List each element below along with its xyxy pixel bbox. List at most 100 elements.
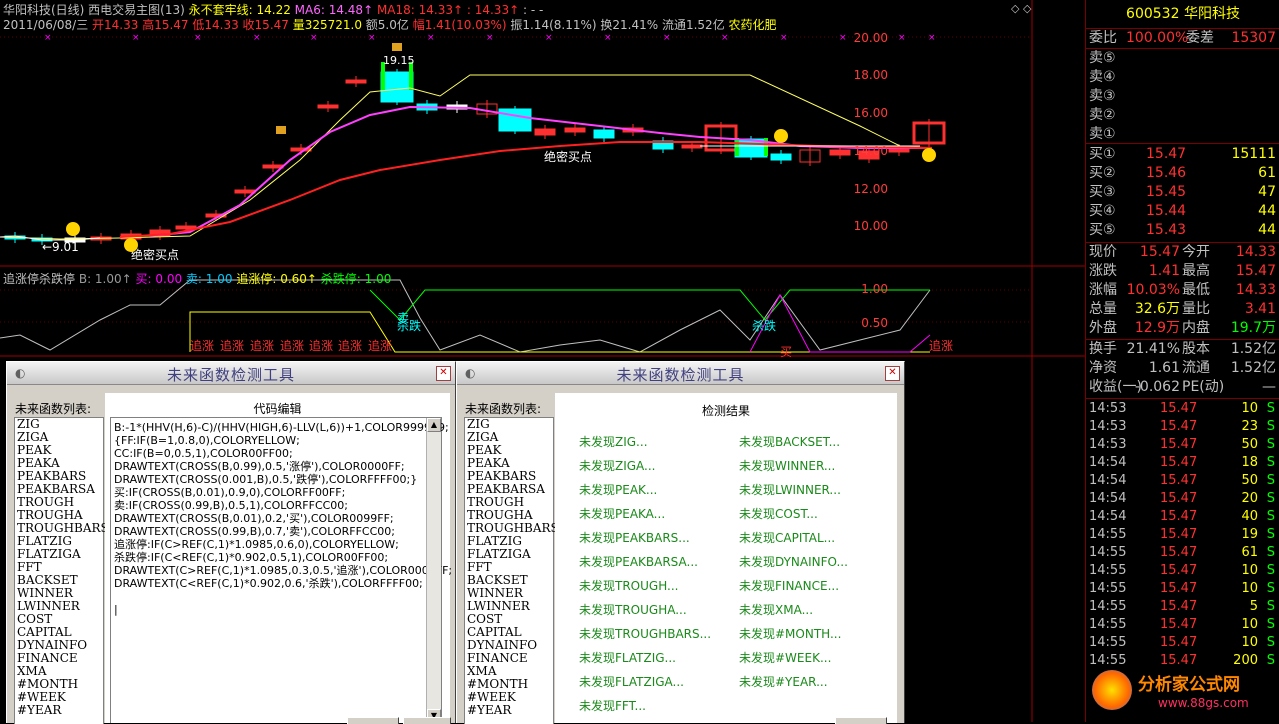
price-tick: 20.00 bbox=[853, 31, 888, 45]
code-editor[interactable]: ▲ ▼ B:-1*(HHV(H,6)-C)/(HHV(HIGH,6)-LLV(L… bbox=[110, 417, 453, 723]
future-function-dialog-editor[interactable]: ◐ 未来函数检测工具 ✕ 未来函数列表: ZIG ZIGA PEAK PEAKA PEA… bbox=[6, 361, 456, 724]
dialog-title: 未来函数检测工具 bbox=[616, 366, 745, 384]
result-label: 检测结果 bbox=[701, 404, 750, 418]
candle-body bbox=[564, 127, 586, 133]
stat-row: 换手 21.41% 股本 1.52亿 bbox=[1086, 340, 1279, 359]
indicator-lines bbox=[0, 74, 933, 241]
indicator-header-1: B: 1.00↑ bbox=[75, 272, 132, 286]
tick-price: 15.47 bbox=[1160, 581, 1198, 596]
function-item[interactable]: #YEAR bbox=[15, 704, 103, 717]
result-item: 未发现XMA... bbox=[739, 603, 814, 617]
tick-price: 15.47 bbox=[1160, 401, 1198, 416]
ask-row: 卖③ bbox=[1089, 88, 1116, 104]
dialog-titlebar[interactable]: ◐ 未来函数检测工具 ✕ bbox=[457, 362, 904, 385]
price-tick: 16.00 bbox=[853, 106, 888, 120]
tick-row: 14:54 15.47 18 S bbox=[1086, 454, 1279, 472]
vertical-scrollbar[interactable]: ▲ ▼ bbox=[426, 418, 441, 723]
function-list[interactable]: ZIG ZIGA PEAK PEAKA PEAKBARS PEAKBARSA TROUGH T… bbox=[14, 417, 109, 724]
ask-row: 卖① bbox=[1089, 126, 1116, 142]
bid-row: 买⑤ 15.43 44 bbox=[1086, 221, 1279, 240]
result-item: 未发现ZIG... bbox=[579, 435, 648, 449]
tick-volume: 19 bbox=[1241, 527, 1258, 542]
result-item: 未发现PEAK... bbox=[579, 483, 658, 497]
bid-volume: 61 bbox=[1258, 165, 1276, 181]
zhui-zhang-label: 追涨 bbox=[368, 339, 393, 353]
stat-value: 32.6万 bbox=[1134, 301, 1180, 317]
function-item[interactable]: #YEAR bbox=[465, 704, 553, 717]
tick-side: S bbox=[1266, 581, 1275, 596]
result-item: 未发现FFT... bbox=[579, 699, 646, 713]
x-mark: × bbox=[928, 33, 936, 43]
weibi-row: 委比 100.00% 委差 15307 bbox=[1089, 30, 1276, 46]
tick-side: S bbox=[1266, 419, 1275, 434]
tick-side: S bbox=[1266, 401, 1275, 416]
future-function-dialog-results[interactable]: ◐ 未来函数检测工具 ✕ 未来函数列表: ZIG ZIGA PEAK PEAKA PEA… bbox=[456, 361, 905, 724]
dialog-titlebar[interactable]: ◐ 未来函数检测工具 ✕ bbox=[7, 362, 455, 385]
tick-row: 14:55 15.47 5 S bbox=[1086, 598, 1279, 616]
tick-volume: 10 bbox=[1241, 581, 1258, 596]
result-item: 未发现DYNAINFO... bbox=[739, 555, 848, 569]
dialog-button[interactable] bbox=[835, 717, 887, 724]
bid-volume: 47 bbox=[1258, 184, 1276, 200]
stat-label: PE(动) bbox=[1182, 379, 1225, 395]
result-item: 未发现PEAKBARS... bbox=[579, 531, 690, 545]
stat-row: 总量 32.6万 量比 3.41 bbox=[1086, 300, 1279, 319]
tick-time: 14:54 bbox=[1089, 473, 1127, 488]
candle-body bbox=[345, 79, 367, 84]
close-icon[interactable]: ✕ bbox=[885, 366, 900, 381]
tick-time: 14:55 bbox=[1089, 545, 1127, 560]
candle-edge bbox=[735, 138, 739, 156]
code-line: DRAWTEXT(C>REF(C,1)*1.0985,0.3,0.5,'追涨')… bbox=[114, 564, 453, 577]
tick-price: 15.47 bbox=[1160, 563, 1198, 578]
chart-menu-icon[interactable]: ◇ ◇ bbox=[1011, 2, 1031, 15]
stat-label: 换手 bbox=[1089, 341, 1117, 357]
header-line2-8: 振1.14(8.11%) bbox=[506, 18, 597, 32]
dialog-button[interactable] bbox=[403, 717, 451, 724]
bid-row: 买④ 15.44 44 bbox=[1086, 202, 1279, 221]
zhui-zhang-label: 追涨 bbox=[220, 339, 245, 353]
x-mark: × bbox=[253, 33, 261, 43]
header-line1-2: MA6: 14.48↑ bbox=[290, 3, 374, 17]
bid-volume: 44 bbox=[1258, 222, 1276, 238]
bid-row: 买① 15.47 15111 bbox=[1086, 145, 1279, 164]
watermark-logo: 分析家公式网 www.88gs.com bbox=[1088, 666, 1278, 722]
price-tick: 18.00 bbox=[853, 68, 888, 82]
tick-price: 15.47 bbox=[1160, 473, 1198, 488]
smiley-icon bbox=[124, 238, 138, 252]
ask-row: 卖② bbox=[1089, 107, 1116, 123]
tick-time: 14:55 bbox=[1089, 617, 1127, 632]
flag-icon bbox=[392, 43, 402, 51]
stat-label: 股本 bbox=[1182, 341, 1210, 357]
header-line2-7: 幅1.41(10.03%) bbox=[408, 18, 507, 32]
stat-value: 1.61 bbox=[1148, 360, 1180, 376]
code-line: 买:IF(CROSS(B,0.01),0.9,0),COLORFF00FF; bbox=[114, 486, 346, 499]
quote-panel: 600532 华阳科技 委比 100.00% 委差 15307 卖⑤ 卖④ 卖③ 卖②… bbox=[1085, 0, 1279, 722]
function-list-label: 未来函数列表: bbox=[15, 402, 92, 416]
scroll-up-icon[interactable]: ▲ bbox=[427, 418, 441, 432]
stat-value: 21.41% bbox=[1126, 341, 1180, 357]
header-line2-1: 开14.33 bbox=[88, 18, 139, 32]
tick-time: 14:55 bbox=[1089, 635, 1127, 650]
dialog-button[interactable] bbox=[347, 717, 399, 724]
stat-label: 量比 bbox=[1182, 301, 1210, 317]
candle-body bbox=[770, 153, 792, 161]
tick-price: 15.47 bbox=[1160, 419, 1198, 434]
bid-price: 15.46 bbox=[1146, 165, 1187, 181]
tick-volume: 18 bbox=[1241, 455, 1258, 470]
stat-value: 14.33 bbox=[1235, 244, 1276, 260]
smiley-icon bbox=[66, 222, 80, 236]
result-item: 未发现#WEEK... bbox=[739, 651, 832, 665]
stat-value: 10.03% bbox=[1126, 282, 1180, 298]
stat-row: 涨跌 1.41 最高 15.47 bbox=[1086, 262, 1279, 281]
dialog-title: 未来函数检测工具 bbox=[166, 366, 295, 384]
code-line: {FF:IF(B=1,0.8,0),COLORYELLOW; bbox=[114, 434, 300, 447]
function-list[interactable]: ZIG ZIGA PEAK PEAKA PEAKBARS PEAKBARSA TROUGH T… bbox=[464, 417, 559, 724]
stat-value: 12.9万 bbox=[1134, 320, 1180, 336]
tick-price: 15.47 bbox=[1160, 437, 1198, 452]
stat-label: 最低 bbox=[1182, 282, 1210, 298]
x-mark: × bbox=[44, 33, 52, 43]
tick-price: 15.47 bbox=[1160, 617, 1198, 632]
bid-row: 买③ 15.45 47 bbox=[1086, 183, 1279, 202]
close-icon[interactable]: ✕ bbox=[436, 366, 451, 381]
tick-time: 14:54 bbox=[1089, 455, 1127, 470]
